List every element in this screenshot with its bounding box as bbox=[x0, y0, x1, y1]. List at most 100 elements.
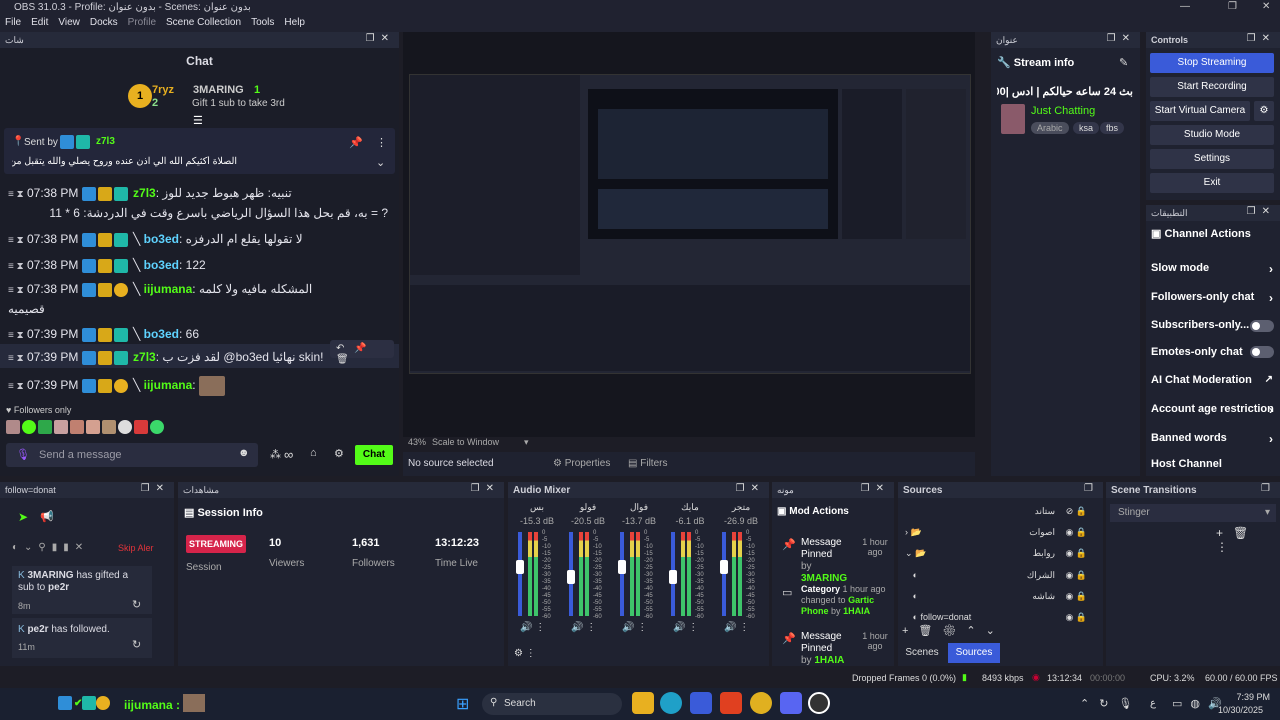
edit-icon[interactable]: ✎ bbox=[1119, 56, 1128, 69]
transition-buttons[interactable]: +🗑⋮ bbox=[1216, 526, 1280, 554]
volume-knob[interactable] bbox=[720, 560, 728, 574]
stop-streaming-button[interactable]: Stop Streaming bbox=[1150, 53, 1274, 73]
settings-icon[interactable]: ⚙ bbox=[334, 447, 344, 460]
replay-icon[interactable]: ↻ bbox=[132, 638, 141, 651]
mute-icon[interactable]: 🔊 ⋮ bbox=[724, 622, 749, 633]
volume-slider[interactable] bbox=[518, 532, 522, 616]
taskbar-search[interactable]: ⚲ Search bbox=[482, 693, 622, 715]
level-meter bbox=[687, 532, 691, 616]
dropped-frames: Dropped Frames 0 (0.0%) bbox=[852, 673, 957, 683]
mute-icon[interactable]: 🔊 ⋮ bbox=[673, 622, 698, 633]
maximize-icon[interactable]: ❐ bbox=[1228, 1, 1237, 12]
virtual-camera-settings-icon[interactable]: ⚙ bbox=[1254, 101, 1274, 121]
send-icon[interactable]: ➤ bbox=[18, 510, 28, 524]
minimize-icon[interactable]: — bbox=[1180, 1, 1190, 12]
volume-knob[interactable] bbox=[567, 570, 575, 584]
mixer-channel: متجر -26.9 dB 0 -5 -10 -15 -20 -25 -30 -35 -40 -45-… bbox=[716, 500, 766, 660]
settings-button[interactable]: Settings bbox=[1150, 149, 1274, 169]
menu-docks[interactable]: Docks bbox=[85, 15, 123, 30]
gift-icon[interactable]: ⁂ bbox=[270, 448, 281, 461]
leader-user2-count: 1 bbox=[254, 84, 261, 96]
account-age-row[interactable]: Account age restriction › bbox=[1151, 403, 1277, 417]
ai-moderation-row[interactable]: AI Chat Moderation ↗ bbox=[1151, 374, 1277, 386]
zoom-level[interactable]: 43% bbox=[408, 437, 426, 447]
preview-canvas[interactable] bbox=[409, 74, 971, 374]
message-actions[interactable]: ↶📌🗑 bbox=[330, 340, 394, 365]
subscribers-only-toggle[interactable] bbox=[1250, 320, 1274, 332]
send-chat-button[interactable]: Chat bbox=[355, 445, 393, 465]
menu-view[interactable]: View bbox=[53, 15, 85, 30]
menu-tools[interactable]: Tools bbox=[246, 15, 279, 30]
source-item[interactable]: ◐ الشراك ◉ 🔒 bbox=[905, 570, 1095, 580]
scale-select[interactable]: Scale to Window ▾ bbox=[432, 437, 529, 448]
discord-icon[interactable] bbox=[780, 692, 802, 714]
unpin-icon[interactable]: 📌 bbox=[349, 136, 363, 149]
edge-icon[interactable] bbox=[660, 692, 682, 714]
transition-select[interactable]: Stinger ▾ bbox=[1110, 504, 1276, 522]
studio-mode-button[interactable]: Studio Mode bbox=[1150, 125, 1274, 145]
audio-mixer-panel: بس -15.3 dB 0 -5 -10 -15 -20 -25 -30 -35 -40 -45 -50… bbox=[508, 498, 769, 666]
start-recording-button[interactable]: Start Recording bbox=[1150, 77, 1274, 97]
menu-edit[interactable]: Edit bbox=[26, 15, 53, 30]
brave-icon[interactable] bbox=[720, 692, 742, 714]
chrome-icon[interactable] bbox=[750, 692, 772, 714]
filters-button[interactable]: ▤ Filters bbox=[628, 458, 667, 469]
volume-knob[interactable] bbox=[669, 570, 677, 584]
menu-scene-collection[interactable]: Scene Collection bbox=[161, 15, 246, 30]
store-icon[interactable] bbox=[690, 692, 712, 714]
filter-icons[interactable]: ◐⌄⚲▮▮✕ bbox=[12, 542, 89, 553]
host-channel-row[interactable]: Host Channel bbox=[1151, 458, 1222, 470]
replay-icon[interactable]: ↻ bbox=[132, 598, 141, 611]
skip-alert-button[interactable]: Skip Aler bbox=[118, 543, 154, 553]
megaphone-icon[interactable]: 📢 bbox=[40, 510, 54, 523]
more-icon[interactable]: ⋮ bbox=[376, 136, 387, 149]
infinity-icon[interactable]: ∞ bbox=[284, 447, 293, 462]
leader-user1-count: 2 bbox=[152, 97, 159, 109]
volume-slider[interactable] bbox=[620, 532, 624, 616]
collapse-icon[interactable]: ☰ bbox=[193, 114, 203, 127]
subscribers-only-row[interactable]: Subscribers-only... bbox=[1151, 319, 1249, 331]
obs-icon[interactable] bbox=[808, 692, 830, 714]
source-item[interactable]: ◐ follow=donat ◉ 🔒 bbox=[905, 612, 1095, 622]
volume-knob[interactable] bbox=[516, 560, 524, 574]
source-item[interactable]: ⌄ 📂 روابط ◉ 🔒 bbox=[905, 548, 1095, 559]
followers-only-row[interactable]: Followers-only chat › bbox=[1151, 291, 1277, 305]
close-icon[interactable]: ✕ bbox=[1262, 1, 1270, 12]
tray-icons[interactable]: ⌃↻🎙 bbox=[1080, 697, 1142, 710]
properties-button[interactable]: ⚙ Properties bbox=[553, 458, 610, 469]
emoji-icon[interactable]: ☻ bbox=[238, 447, 250, 459]
transitions-dock-header: Scene Transitions ❐ bbox=[1106, 482, 1280, 498]
mic-icon[interactable]: 🎙 bbox=[16, 448, 30, 461]
exit-button[interactable]: Exit bbox=[1150, 173, 1274, 193]
volume-knob[interactable] bbox=[618, 560, 626, 574]
channel-db: -26.9 dB bbox=[723, 516, 759, 526]
tab-sources[interactable]: Sources bbox=[948, 643, 1000, 663]
emotes-only-row[interactable]: Emotes-only chat bbox=[1151, 346, 1243, 358]
mute-icon[interactable]: 🔊 ⋮ bbox=[520, 622, 545, 633]
menu-profile[interactable]: Profile bbox=[123, 15, 161, 30]
source-item[interactable]: ◐ شاشه ◉ 🔒 bbox=[905, 591, 1095, 601]
mute-icon[interactable]: 🔊 ⋮ bbox=[622, 622, 647, 633]
explorer-icon[interactable] bbox=[632, 692, 654, 714]
emotes-only-toggle[interactable] bbox=[1250, 346, 1274, 358]
source-item[interactable]: › 📂 اصوات ◉ 🔒 bbox=[905, 527, 1095, 538]
dock-buttons[interactable]: ❐✕ bbox=[366, 33, 395, 44]
tab-scenes[interactable]: Scenes bbox=[898, 643, 946, 663]
expand-icon[interactable]: ⌄ bbox=[376, 156, 385, 169]
menu-file[interactable]: File bbox=[0, 15, 26, 30]
mixer-settings-icon[interactable]: ⚙ ⋮ bbox=[514, 648, 536, 659]
mute-icon[interactable]: 🔊 ⋮ bbox=[571, 622, 596, 633]
store-icon[interactable]: ⌂ bbox=[310, 447, 317, 459]
chat-input[interactable]: 🎙 Send a message ☻ bbox=[6, 443, 258, 467]
stat-viewers-value: 10 bbox=[269, 537, 282, 549]
source-toolbar-icons[interactable]: +🗑⚙⌃⌄ bbox=[902, 624, 1005, 637]
start-virtual-camera-button[interactable]: Start Virtual Camera bbox=[1150, 101, 1250, 121]
start-icon[interactable]: ⊞ bbox=[456, 694, 469, 714]
pinned-user: z7l3 bbox=[96, 136, 115, 147]
banned-words-row[interactable]: Banned words › bbox=[1151, 432, 1277, 446]
volume-slider[interactable] bbox=[722, 532, 726, 616]
language-indicator[interactable]: ع bbox=[1150, 698, 1156, 709]
emote-row[interactable] bbox=[6, 420, 166, 434]
slow-mode-row[interactable]: Slow mode › bbox=[1151, 262, 1277, 276]
menu-help[interactable]: Help bbox=[279, 15, 310, 30]
